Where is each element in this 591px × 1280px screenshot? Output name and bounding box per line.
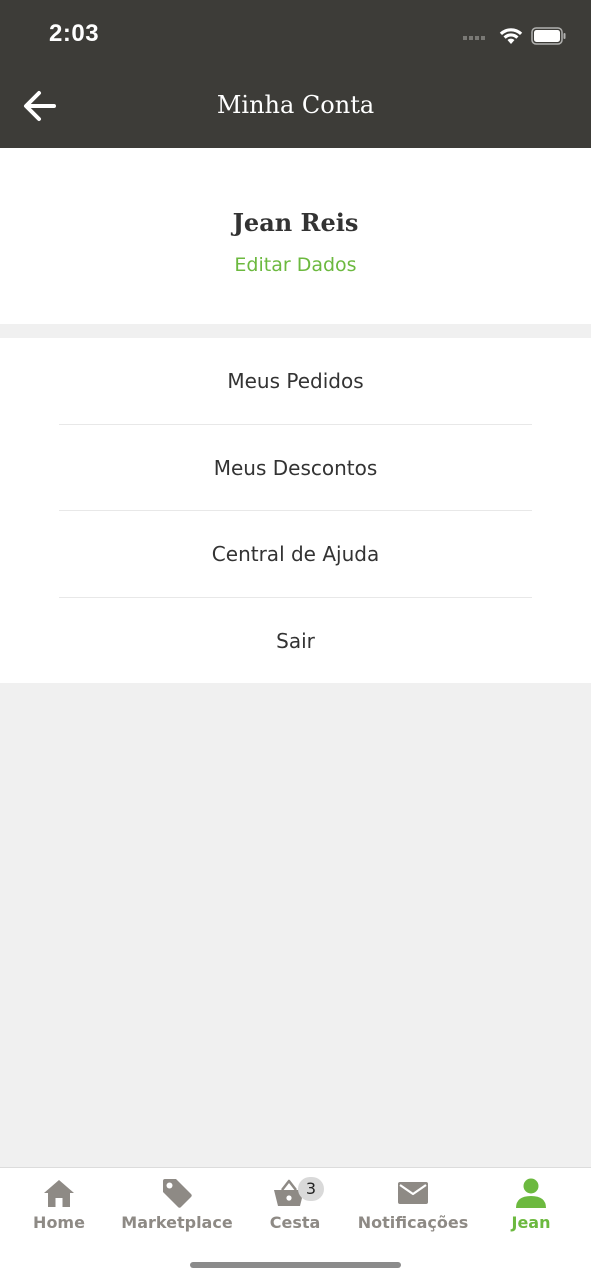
- wifi-icon: [499, 28, 523, 44]
- home-icon: [44, 1180, 74, 1207]
- account-screen: 2:03 Minha Conta Jean Reis Editar Dados …: [0, 0, 591, 1280]
- top-header: 2:03 Minha Conta: [0, 0, 591, 148]
- basket-count-badge: 3: [298, 1177, 324, 1201]
- battery-icon: [531, 27, 566, 45]
- tab-notifications[interactable]: Notificações: [354, 1168, 472, 1248]
- menu-item-help-center[interactable]: Central de Ajuda: [0, 511, 591, 597]
- tag-icon: [163, 1179, 192, 1208]
- status-icons: [463, 24, 567, 48]
- tab-label: Jean: [511, 1213, 551, 1232]
- account-menu: Meus Pedidos Meus Descontos Central de A…: [0, 338, 591, 683]
- edit-profile-link[interactable]: Editar Dados: [0, 254, 591, 276]
- cellular-signal-icon: [463, 36, 485, 40]
- menu-item-my-discounts[interactable]: Meus Descontos: [0, 425, 591, 511]
- profile-card: Jean Reis Editar Dados: [0, 148, 591, 324]
- tab-home[interactable]: Home: [0, 1168, 118, 1248]
- profile-name: Jean Reis: [232, 208, 359, 237]
- tab-basket[interactable]: 3 Cesta: [236, 1168, 354, 1248]
- tab-profile[interactable]: Jean: [472, 1168, 590, 1248]
- home-indicator[interactable]: [190, 1262, 401, 1268]
- menu-item-logout[interactable]: Sair: [0, 598, 591, 684]
- mail-icon: [398, 1182, 428, 1204]
- page-title: Minha Conta: [216, 91, 375, 119]
- menu-item-my-orders[interactable]: Meus Pedidos: [0, 338, 591, 424]
- status-time: 2:03: [49, 20, 100, 47]
- tab-marketplace[interactable]: Marketplace: [118, 1168, 236, 1248]
- user-icon: [516, 1178, 546, 1208]
